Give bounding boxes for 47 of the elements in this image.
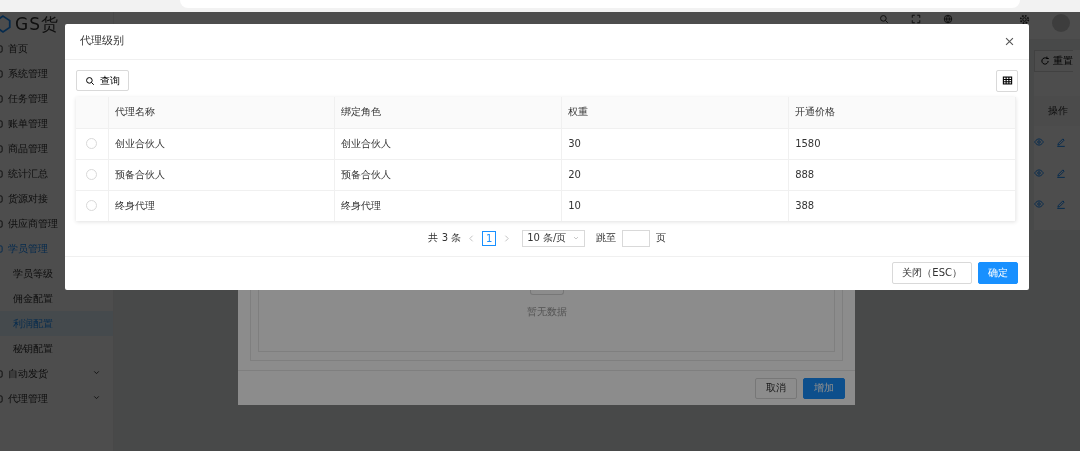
page-number[interactable]: 1: [482, 230, 497, 246]
edit-icon: [1056, 198, 1066, 209]
primary-button[interactable]: 增加: [803, 377, 845, 399]
cancel-button[interactable]: 取消: [755, 377, 797, 399]
dialog-title: 代理级别: [80, 34, 124, 49]
primary-button[interactable]: 确定: [978, 262, 1018, 285]
table-cell: 20: [561, 159, 789, 191]
search-button[interactable]: 查询: [76, 70, 129, 92]
table-cell: 创业合伙人: [334, 128, 562, 160]
refresh-icon: [1040, 56, 1050, 66]
column-header: 绑定角色: [334, 96, 562, 129]
table-cell: 30: [561, 128, 789, 160]
chevron-down-icon: [92, 368, 101, 377]
eye-icon: [1034, 136, 1044, 147]
column-header: 权重: [561, 96, 789, 129]
table-icon: [1001, 75, 1013, 87]
table-cell: 预备合伙人: [334, 159, 562, 191]
column-header: 开通价格: [788, 96, 1016, 129]
jump-label: 跳至: [595, 231, 616, 246]
page-size-select[interactable]: 10 条/页: [522, 229, 585, 247]
search-icon: [85, 75, 95, 86]
table-cell: 888: [788, 159, 1016, 191]
close-button[interactable]: [1004, 36, 1015, 47]
settings-icon: [1019, 14, 1030, 25]
table-cell: 创业合伙人: [108, 128, 335, 160]
edit-icon: [1056, 136, 1066, 147]
globe-icon: [943, 14, 953, 24]
table-cell: 388: [788, 190, 1016, 221]
page-label: 页: [655, 231, 666, 246]
chevron-down-icon: [92, 393, 101, 402]
eye-icon: [1034, 167, 1044, 178]
column-header: 代理名称: [108, 96, 335, 129]
table-cell: 终身代理: [108, 190, 335, 221]
next-page-icon: [502, 233, 512, 243]
eye-icon: [1034, 198, 1044, 209]
page-input[interactable]: [621, 229, 650, 247]
fullscreen-icon: [911, 14, 921, 24]
table-cell: 1580: [788, 128, 1016, 160]
close-icon: [1004, 36, 1015, 47]
table-cell: 预备合伙人: [108, 159, 335, 191]
search-icon: [879, 14, 889, 24]
close-button[interactable]: 关闭（ESC）: [892, 262, 972, 285]
total-count: 共 3 条: [428, 231, 462, 246]
table-cell: 终身代理: [334, 190, 562, 221]
edit-icon: [1056, 167, 1066, 178]
column-settings-button[interactable]: [996, 69, 1018, 92]
table-cell: 10: [561, 190, 789, 221]
